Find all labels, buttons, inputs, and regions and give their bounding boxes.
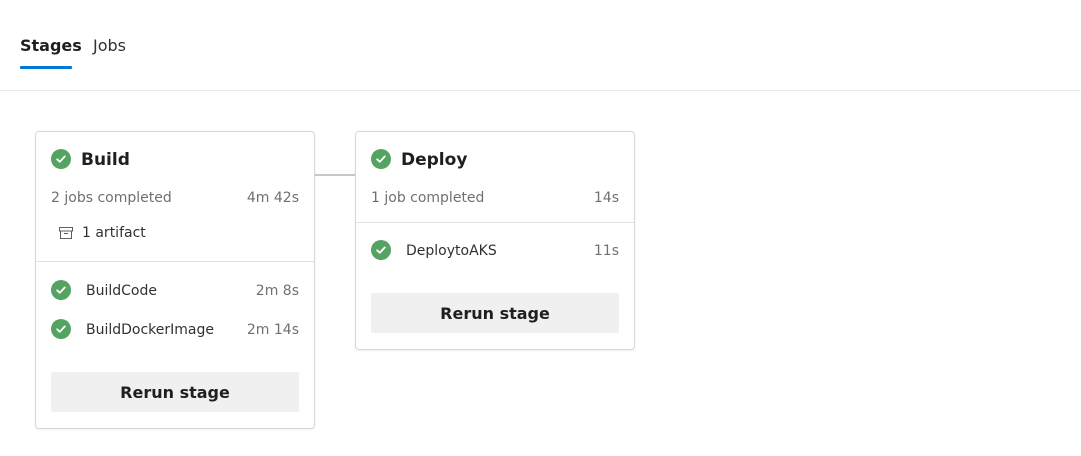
tab-stages[interactable]: Stages	[20, 36, 82, 56]
rerun-stage-button[interactable]: Rerun stage	[371, 293, 619, 333]
stage-title: Build	[81, 150, 130, 170]
job-name: DeploytoAKS	[406, 243, 497, 259]
success-check-icon	[51, 149, 71, 169]
stage-title: Deploy	[401, 150, 468, 170]
success-check-icon	[371, 240, 391, 260]
job-duration: 2m 8s	[255, 283, 299, 299]
success-check-icon	[51, 280, 71, 300]
job-duration: 2m 14s	[246, 322, 299, 338]
success-check-icon	[51, 319, 71, 339]
job-row[interactable]: DeploytoAKS 11s	[356, 240, 634, 262]
job-duration: 11s	[593, 243, 619, 259]
stage-connector	[315, 174, 356, 176]
tab-jobs[interactable]: Jobs	[93, 36, 126, 56]
rerun-stage-button[interactable]: Rerun stage	[51, 372, 299, 412]
stage-summary: 2 jobs completed	[51, 190, 172, 206]
artifact-label: 1 artifact	[82, 225, 146, 241]
stage-summary: 1 job completed	[371, 190, 485, 206]
artifact-icon	[58, 225, 74, 241]
stage-card-deploy[interactable]: Deploy 1 job completed 14s DeploytoAKS 1…	[355, 131, 635, 350]
stage-card-build[interactable]: Build 2 jobs completed 4m 42s 1 artifact…	[35, 131, 315, 429]
job-row[interactable]: BuildDockerImage 2m 14s	[36, 319, 314, 341]
divider	[356, 222, 634, 223]
stage-duration: 4m 42s	[246, 190, 299, 206]
job-row[interactable]: BuildCode 2m 8s	[36, 280, 314, 302]
job-name: BuildDockerImage	[86, 322, 215, 338]
tab-bar: Stages Jobs	[0, 0, 1081, 91]
divider	[36, 261, 314, 262]
stage-duration: 14s	[593, 190, 619, 206]
active-tab-indicator	[20, 66, 72, 69]
job-name: BuildCode	[86, 283, 157, 299]
artifact-link[interactable]: 1 artifact	[58, 224, 146, 242]
success-check-icon	[371, 149, 391, 169]
